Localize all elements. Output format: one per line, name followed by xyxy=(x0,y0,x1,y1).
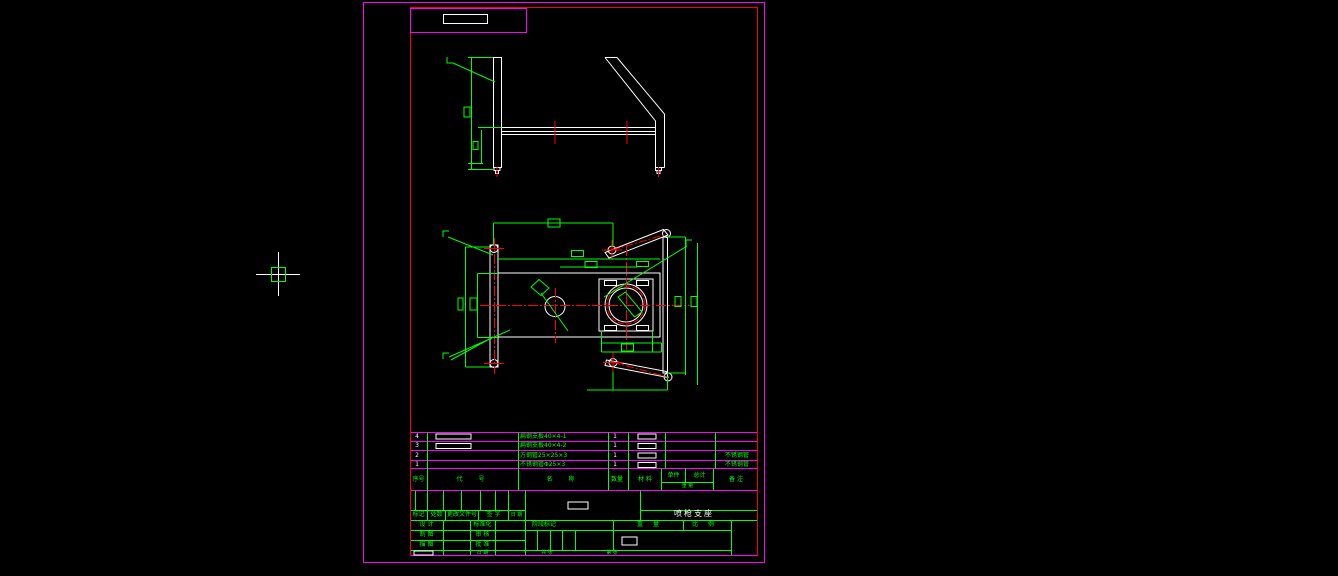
bom-row-seq: 3 xyxy=(415,442,419,449)
bom-header-qty: 数量 xyxy=(610,476,623,483)
bom-header-material: 材 料 xyxy=(638,476,652,483)
tb-role-date-label: 日 期 xyxy=(476,549,489,556)
tb-scale-label: 比 例 xyxy=(692,521,718,528)
bom-row-seq: 1 xyxy=(415,461,419,468)
bom-header-weight: 重 量 xyxy=(681,482,694,489)
tb-doc-label: 更改文件号 xyxy=(446,511,477,518)
bom-header-total: 总计 xyxy=(693,471,706,479)
drawing-sheet-graphics xyxy=(256,2,765,563)
tb-weight-label: 重 量 xyxy=(637,521,663,528)
bom-row-name: 方钢管25×25×3 xyxy=(520,451,568,459)
bom-row-name: 扁钢支板40×4-1 xyxy=(520,432,567,440)
tb-stage-label: 阶段标记 xyxy=(531,521,556,528)
drawing-title: 喷枪支座 xyxy=(674,509,714,518)
bom-header-name: 名 称 xyxy=(546,476,582,483)
tb-sign-label: 签 字 xyxy=(486,511,501,518)
tb-sheets-label: 共 张 xyxy=(541,549,553,556)
bom-row-qty: 1 xyxy=(613,461,617,468)
tb-approve-label: 批 准 xyxy=(475,541,490,548)
tb-count-label: 处数 xyxy=(430,511,443,518)
bom-row-name: 扁钢支板40×4-2 xyxy=(520,442,567,449)
tb-design-label: 设 计 xyxy=(419,521,434,528)
crosshair-cursor xyxy=(256,252,300,296)
tb-standard-label: 标准化 xyxy=(473,521,492,528)
bom-header-unit: 单件 xyxy=(667,471,680,479)
tb-trace-label: 描 图 xyxy=(419,541,434,548)
tb-date-label: 日 期 xyxy=(510,511,523,518)
bom-row-name: 不锈钢管Φ25×3 xyxy=(520,461,566,468)
side-view-drawing xyxy=(446,57,665,177)
tb-mark-label: 标记 xyxy=(412,511,425,518)
bom-row-remark: 不锈钢管 xyxy=(724,451,749,459)
bom-row-seq: 4 xyxy=(415,432,419,440)
bom-row-qty: 1 xyxy=(613,442,617,449)
tb-check-label: 审 核 xyxy=(475,531,490,538)
cad-viewport[interactable]: 4 3 2 1 扁钢支板40×4-1 扁钢支板40×4-2 方钢管25×25×3… xyxy=(0,0,1338,576)
bom-row-qty: 1 xyxy=(613,451,617,459)
bom-header-remark: 备 注 xyxy=(729,476,743,483)
plan-view-drawing xyxy=(442,218,698,391)
bom-row-remark: 不锈钢管 xyxy=(724,461,749,468)
bom-header-code: 代 号 xyxy=(456,476,492,483)
tb-sheetno-label: 第 张 xyxy=(606,549,618,556)
bom-row-seq: 2 xyxy=(415,451,419,459)
revision-strip xyxy=(410,8,527,33)
bom-row-qty: 1 xyxy=(613,432,617,440)
bom-header-seq: 序号 xyxy=(412,476,425,483)
tb-draft-label: 制 图 xyxy=(419,531,434,538)
